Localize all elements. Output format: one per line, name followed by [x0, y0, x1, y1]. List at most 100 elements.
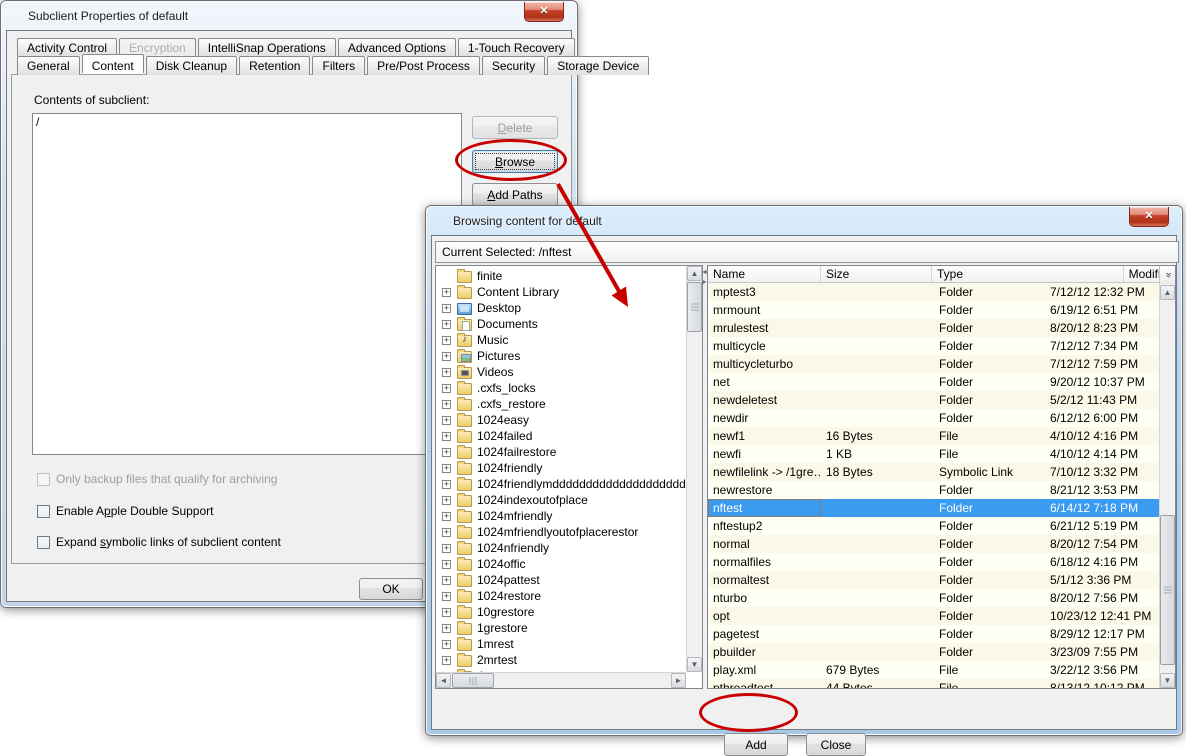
checkbox-row[interactable]: Enable Apple Double Support	[37, 504, 213, 518]
scroll-down-arrow[interactable]: ▼	[1160, 673, 1175, 688]
ok-button[interactable]: OK	[359, 578, 423, 600]
checkbox-row[interactable]: Only backup files that qualify for archi…	[37, 472, 277, 486]
table-row[interactable]: mrulestest Folder 8/20/12 8:23 PM	[708, 319, 1159, 337]
tree-item[interactable]: + Music	[436, 332, 686, 348]
tree-item[interactable]: + 1024mfriendly	[436, 508, 686, 524]
table-row[interactable]: newfilelink -> /1gre… 18 Bytes Symbolic …	[708, 463, 1159, 481]
tree-item[interactable]: + 10grestore	[436, 604, 686, 620]
window2-titlebar[interactable]: Browsing content for default ✕	[427, 207, 1181, 235]
checkbox[interactable]	[37, 473, 50, 486]
tree-item[interactable]: + 1024friendly	[436, 460, 686, 476]
table-row[interactable]: nturbo Folder 8/20/12 7:56 PM	[708, 589, 1159, 607]
expander-plus-icon[interactable]: +	[442, 304, 451, 313]
tree-item[interactable]: + 1024easy	[436, 412, 686, 428]
add-paths-button[interactable]: Add Paths	[472, 183, 558, 206]
tab[interactable]: Advanced Options	[338, 38, 456, 56]
table-row[interactable]: pagetest Folder 8/29/12 12:17 PM	[708, 625, 1159, 643]
expander-plus-icon[interactable]: +	[442, 320, 451, 329]
table-row[interactable]: net Folder 9/20/12 10:37 PM	[708, 373, 1159, 391]
tab[interactable]: Filters	[312, 56, 365, 75]
column-chooser-button[interactable]: »	[1159, 266, 1175, 283]
tree-item[interactable]: + Desktop	[436, 300, 686, 316]
expander-plus-icon[interactable]: +	[442, 640, 451, 649]
tree-item[interactable]: + 1024failrestore	[436, 444, 686, 460]
tree-item[interactable]: + Pictures	[436, 348, 686, 364]
browse-button[interactable]: Browse	[472, 150, 558, 173]
tree-item[interactable]: + 2mrtest	[436, 652, 686, 668]
expander-plus-icon[interactable]: +	[442, 560, 451, 569]
tab[interactable]: Retention	[239, 56, 310, 75]
tab[interactable]: Storage Device	[547, 56, 649, 75]
tab[interactable]: 1-Touch Recovery	[458, 38, 575, 56]
close-button[interactable]: Close	[806, 733, 866, 756]
delete-button[interactable]: Delete	[472, 116, 558, 139]
window1-titlebar[interactable]: Subclient Properties of default ✕	[2, 2, 576, 30]
table-row[interactable]: mptest3 Folder 7/12/12 12:32 PM	[708, 283, 1159, 301]
table-row[interactable]: newdir Folder 6/12/12 6:00 PM	[708, 409, 1159, 427]
table-row[interactable]: play.xml 679 Bytes File 3/22/12 3:56 PM	[708, 661, 1159, 679]
tree-item[interactable]: + .cxfs_locks	[436, 380, 686, 396]
tree-item[interactable]: + 1024friendlymddddddddddddddddddddddddd…	[436, 476, 686, 492]
tree-vscroll-thumb[interactable]	[687, 282, 702, 332]
checkbox[interactable]	[37, 505, 50, 518]
table-row[interactable]: multicycleturbo Folder 7/12/12 7:59 PM	[708, 355, 1159, 373]
content-path-item[interactable]: /	[33, 114, 461, 130]
column-header[interactable]: Type	[932, 266, 1124, 282]
table-row[interactable]: newrestore Folder 8/21/12 3:53 PM	[708, 481, 1159, 499]
expander-plus-icon[interactable]: +	[442, 336, 451, 345]
tree-hscroll-thumb[interactable]	[452, 673, 494, 688]
tree-item[interactable]: + Content Library	[436, 284, 686, 300]
column-header[interactable]: Size	[821, 266, 932, 282]
tree-item[interactable]: + 1024restore	[436, 588, 686, 604]
tree-horizontal-scrollbar[interactable]: ◄ ►	[436, 672, 686, 688]
tab[interactable]: Content	[82, 54, 144, 73]
table-row[interactable]: multicycle Folder 7/12/12 7:34 PM	[708, 337, 1159, 355]
tree-item[interactable]: + 1024mfriendlyoutofplacerestor	[436, 524, 686, 540]
tree-item[interactable]: + 1mrest	[436, 636, 686, 652]
checkbox-row[interactable]: Expand symbolic links of subclient conte…	[37, 535, 281, 549]
table-row[interactable]: pthreadtest 44 Bytes File 8/13/12 10:12 …	[708, 679, 1159, 688]
expander-plus-icon[interactable]: +	[442, 480, 451, 489]
tree-item[interactable]: + 1grestore	[436, 620, 686, 636]
list-vscroll-thumb[interactable]	[1160, 515, 1175, 665]
table-row[interactable]: normaltest Folder 5/1/12 3:36 PM	[708, 571, 1159, 589]
expander-plus-icon[interactable]: +	[442, 608, 451, 617]
subclient-content-listbox[interactable]: /	[32, 113, 462, 455]
expander-plus-icon[interactable]: +	[442, 448, 451, 457]
table-row[interactable]: nftest Folder 6/14/12 7:18 PM	[708, 499, 1159, 517]
expander-plus-icon[interactable]: +	[442, 416, 451, 425]
table-row[interactable]: normalfiles Folder 6/18/12 4:16 PM	[708, 553, 1159, 571]
table-row[interactable]: newf1 16 Bytes File 4/10/12 4:16 PM	[708, 427, 1159, 445]
expander-plus-icon[interactable]: +	[442, 512, 451, 521]
window1-close-button[interactable]: ✕	[524, 2, 564, 22]
table-row[interactable]: mrmount Folder 6/19/12 6:51 PM	[708, 301, 1159, 319]
column-header[interactable]: Name	[708, 266, 821, 282]
tree-item[interactable]: + Documents	[436, 316, 686, 332]
expander-plus-icon[interactable]: +	[442, 400, 451, 409]
tree-item[interactable]: + 1024pattest	[436, 572, 686, 588]
table-row[interactable]: newfi 1 KB File 4/10/12 4:14 PM	[708, 445, 1159, 463]
tab[interactable]: Security	[482, 56, 545, 75]
scroll-down-arrow[interactable]: ▼	[687, 657, 702, 672]
expander-plus-icon[interactable]: +	[442, 576, 451, 585]
table-row[interactable]: nftestup2 Folder 6/21/12 5:19 PM	[708, 517, 1159, 535]
scroll-up-arrow[interactable]: ▲	[1160, 285, 1175, 300]
tree-item[interactable]: + finite	[436, 268, 686, 284]
scroll-up-arrow[interactable]: ▲	[687, 266, 702, 281]
expander-plus-icon[interactable]: +	[442, 656, 451, 665]
tab[interactable]: General	[17, 56, 80, 75]
expander-plus-icon[interactable]: +	[442, 288, 451, 297]
expander-plus-icon[interactable]: +	[442, 496, 451, 505]
tree-item[interactable]: + .cxfs_restore	[436, 396, 686, 412]
expander-plus-icon[interactable]: +	[442, 624, 451, 633]
add-button[interactable]: Add	[724, 733, 788, 756]
expander-plus-icon[interactable]: +	[442, 544, 451, 553]
list-vertical-scrollbar[interactable]: ▲ ▼	[1159, 283, 1175, 688]
tree-item[interactable]: + 1024offic	[436, 556, 686, 572]
expander-plus-icon[interactable]: +	[442, 432, 451, 441]
tree-item[interactable]: + Videos	[436, 364, 686, 380]
table-row[interactable]: newdeletest Folder 5/2/12 11:43 PM	[708, 391, 1159, 409]
window2-close-button[interactable]: ✕	[1129, 207, 1169, 227]
tree-item[interactable]: + 1024failed	[436, 428, 686, 444]
tree-item[interactable]: + 1024indexoutofplace	[436, 492, 686, 508]
